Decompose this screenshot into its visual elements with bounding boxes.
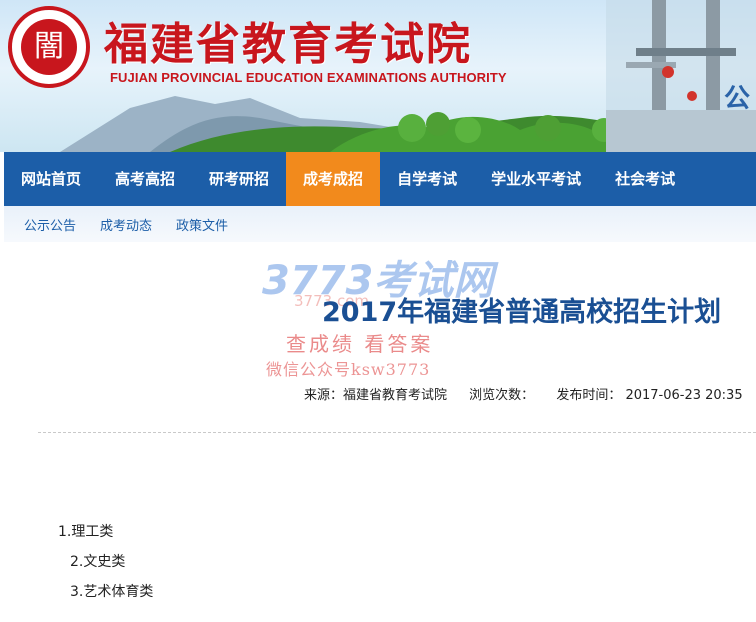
nav-item-academic-level[interactable]: 学业水平考试 [474, 152, 598, 206]
banner-side-text: 公 [723, 84, 750, 114]
watermark-slogan: 查成绩 看答案 [286, 332, 434, 356]
category-link-liberal-arts[interactable]: 2.文史类 [70, 551, 125, 571]
nav-item-graduate[interactable]: 研考研招 [192, 152, 286, 206]
site-subtitle: FUJIAN PROVINCIAL EDUCATION EXAMINATIONS… [110, 70, 507, 85]
article-meta: 来源：福建省教育考试院 浏览次数： 发布时间： 2017-06-23 20:35 [304, 384, 756, 403]
main-nav: 网站首页 高考高招 研考研招 成考成招 自学考试 学业水平考试 社会考试 [4, 152, 756, 206]
category-link-science[interactable]: 1.理工类 [58, 521, 113, 541]
watermark-wechat: 微信公众号ksw3773 [266, 360, 431, 379]
nav-item-social-exam[interactable]: 社会考试 [598, 152, 692, 206]
subnav-item-announcements[interactable]: 公示公告 [4, 215, 88, 234]
subnav-item-policies[interactable]: 政策文件 [164, 215, 240, 234]
nav-item-gaokao[interactable]: 高考高招 [98, 152, 192, 206]
sub-nav: 公示公告 成考动态 政策文件 [4, 206, 756, 242]
nav-item-self-study[interactable]: 自学考试 [380, 152, 474, 206]
article-divider [38, 432, 756, 433]
logo-emblem-icon: 闇 [21, 19, 77, 75]
subnav-item-news[interactable]: 成考动态 [88, 215, 164, 234]
archway-illustration [606, 0, 756, 152]
nav-item-home[interactable]: 网站首页 [4, 152, 98, 206]
article-source: 来源：福建省教育考试院 [304, 388, 448, 403]
article-title: 2017年福建省普通高校招生计划 [322, 297, 722, 328]
authority-logo[interactable]: 闇 [8, 6, 90, 88]
header-banner: 闇 福建省教育考试院 FUJIAN PROVINCIAL EDUCATION E… [0, 0, 756, 152]
nav-item-adult-exam[interactable]: 成考成招 [286, 152, 381, 206]
category-link-arts-sports[interactable]: 3.艺术体育类 [70, 581, 153, 601]
article-views: 浏览次数： [469, 388, 535, 403]
article-publish-time: 发布时间： 2017-06-23 20:35 [556, 388, 743, 403]
site-title: 福建省教育考试院 [104, 19, 472, 70]
